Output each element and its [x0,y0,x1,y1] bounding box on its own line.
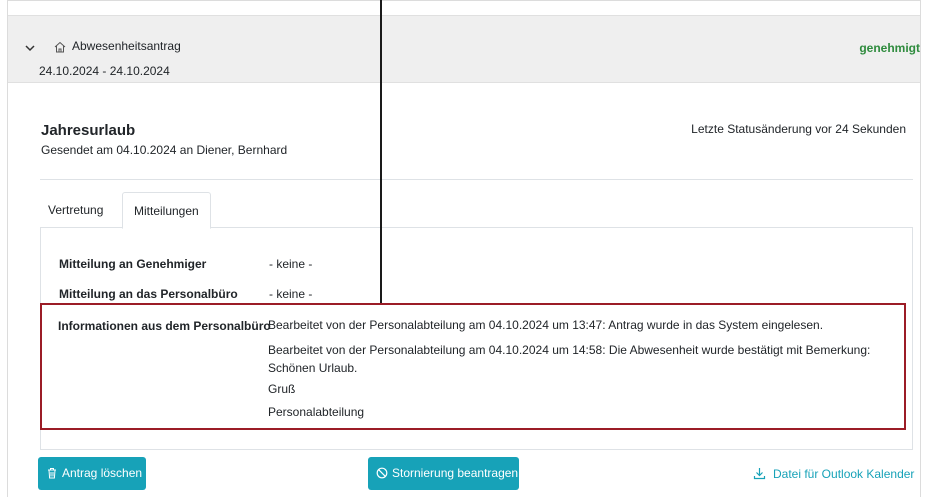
download-icon [753,468,766,480]
hr-info-line: Personalabteilung [268,405,365,419]
tab-bar: Vertretung Mitteilungen [40,192,913,229]
delete-request-label: Antrag löschen [62,466,143,480]
request-cancellation-label: Stornierung beantragen [392,466,519,480]
hr-info-line: Gruß [268,382,296,396]
ban-icon [376,467,388,479]
chevron-down-icon[interactable] [24,42,36,54]
status-badge: genehmigt [859,41,920,55]
last-status-change: Letzte Statusänderung vor 24 Sekunden [691,122,906,136]
divider [40,179,913,180]
message-to-approver-label: Mitteilung an Genehmiger [59,257,207,271]
annotation-pointer-line [380,0,382,303]
delete-request-button[interactable]: Antrag löschen [38,457,146,490]
message-to-approver-value: - keine - [269,257,313,271]
trash-icon [48,468,56,479]
message-to-hr-value: - keine - [269,287,313,301]
request-cancellation-button[interactable]: Stornierung beantragen [368,457,519,490]
hr-info-label: Informationen aus dem Personalbüro [58,319,271,333]
outlook-calendar-label: Datei für Outlook Kalender [773,467,915,481]
tab-mitteilungen[interactable]: Mitteilungen [122,192,211,229]
hr-info-line: Bearbeitet von der Personalabteilung am … [268,343,871,375]
home-icon [54,41,66,53]
request-header[interactable]: Abwesenheitsantrag 24.10.2024 - 24.10.20… [8,15,920,83]
tab-vertretung[interactable]: Vertretung [48,192,118,228]
message-to-hr-label: Mitteilung an das Personalbüro [59,287,238,301]
request-subtitle: Gesendet am 04.10.2024 an Diener, Bernha… [41,143,288,157]
outlook-calendar-link[interactable]: Datei für Outlook Kalender [753,467,914,481]
request-date-range: 24.10.2024 - 24.10.2024 [39,64,170,78]
hr-info-line: Bearbeitet von der Personalabteilung am … [268,318,824,332]
request-title: Jahresurlaub [41,122,136,139]
request-type-title: Abwesenheitsantrag [72,39,181,53]
